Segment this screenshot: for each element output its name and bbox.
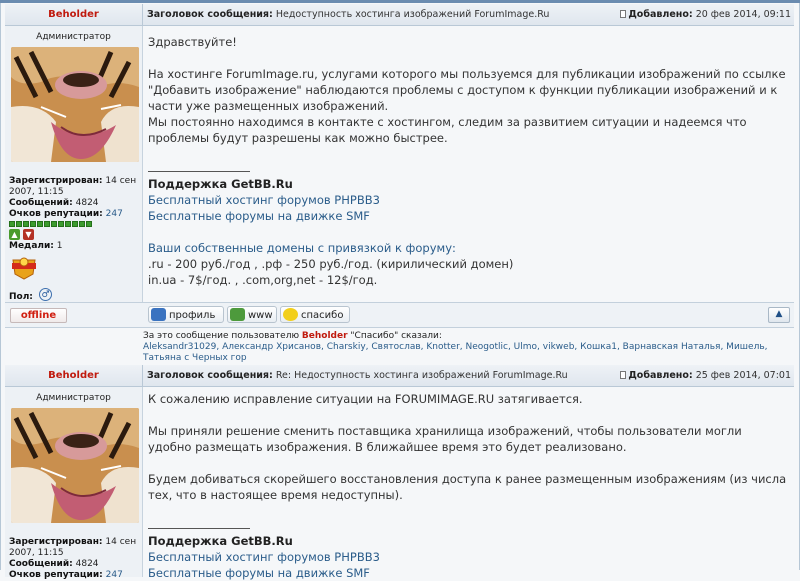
thanks-label: спасибо <box>301 310 344 321</box>
www-label: www <box>248 310 273 321</box>
scroll-top-button[interactable]: ▲ <box>768 307 790 323</box>
author-name[interactable]: Beholder <box>5 4 143 25</box>
profile-button[interactable]: профиль <box>148 306 224 323</box>
profile-icon <box>151 308 166 321</box>
subject-text: Недоступность хостинга изображений Forum… <box>275 9 550 20</box>
medals-info: Медали: 1 <box>9 241 63 252</box>
thanks-middle: "Спасибо" сказали: <box>350 331 442 341</box>
post-header: Beholder Заголовок сообщения: Re: Недост… <box>5 365 794 387</box>
medals-count: 1 <box>56 241 63 251</box>
post-date: Добавлено: 25 фев 2014, 07:01 <box>620 365 791 386</box>
medal-icon[interactable] <box>9 254 39 280</box>
rep-label: Очков репутации: <box>9 209 103 219</box>
messages-label: Сообщений: <box>9 198 73 208</box>
messages-count: 4824 <box>75 559 99 569</box>
author-rank: Администратор <box>36 393 111 403</box>
signature-link-domains[interactable]: Ваши собственные домены с привязкой к фо… <box>148 240 788 256</box>
thanks-button[interactable]: спасибо <box>280 306 350 323</box>
www-button[interactable]: www <box>227 306 277 323</box>
profile-label: профиль <box>169 310 216 321</box>
offline-status: offline <box>10 308 67 323</box>
rep-plus-icon[interactable]: ▲ <box>9 229 20 240</box>
signature-divider <box>148 171 250 172</box>
messages-label: Сообщений: <box>9 559 73 569</box>
avatar[interactable] <box>11 408 139 523</box>
subject-label: Заголовок сообщения: <box>147 370 273 381</box>
rep-count[interactable]: 247 <box>106 570 123 580</box>
messages-info: Сообщений: 4824 <box>9 198 99 209</box>
author-rank: Администратор <box>36 32 111 42</box>
post-footer: offline профиль www спасибо ▲ <box>5 302 794 328</box>
thanks-user[interactable]: Beholder <box>302 331 348 341</box>
body-line: К сожалению исправление ситуации на FORU… <box>148 392 583 406</box>
signature-price-line: .ru - 200 руб./год , .рф - 250 руб./год.… <box>148 257 514 271</box>
body-paragraph: Мы приняли решение сменить поставщика хр… <box>148 424 742 454</box>
signature-link-smf[interactable]: Бесплатные форумы на движке SMF <box>148 208 788 224</box>
messages-info: Сообщений: 4824 <box>9 559 99 570</box>
subject-text: Re: Недоступность хостинга изображений F… <box>275 370 568 381</box>
post-header: Beholder Заголовок сообщения: Недоступно… <box>5 4 794 26</box>
registered-info: Зарегистрирован: 14 сен 2007, 11:15 <box>9 537 142 559</box>
author-profile: Администратор Зарегистрирован: 14 сен 20… <box>5 26 143 302</box>
registered-info: Зарегистрирован: 14 сен 2007, 11:15 <box>9 176 142 198</box>
signature-link-smf[interactable]: Бесплатные форумы на движке SMF <box>148 565 788 581</box>
post-date: Добавлено: 20 фев 2014, 09:11 <box>620 4 791 25</box>
registered-label: Зарегистрирован: <box>9 537 103 547</box>
medals-label: Медали: <box>9 241 54 251</box>
rep-vote-icons: ▲ ▼ <box>9 229 34 240</box>
author-name[interactable]: Beholder <box>5 365 143 386</box>
gender-label: Пол: <box>9 292 33 302</box>
registered-label: Зарегистрирован: <box>9 176 103 186</box>
body-paragraph: Будем добиваться скорейшего восстановлен… <box>148 472 787 502</box>
reputation-info: Очков репутации: 247 <box>9 570 123 581</box>
thanks-list: За это сообщение пользователю Beholder "… <box>143 331 783 364</box>
body-paragraph: Мы постоянно находимся в контакте с хост… <box>148 115 747 145</box>
avatar[interactable] <box>11 47 139 162</box>
post-body: К сожалению исправление ситуации на FORU… <box>148 391 788 581</box>
rep-count[interactable]: 247 <box>106 209 123 219</box>
thanks-prefix: За это сообщение пользователю <box>143 331 300 341</box>
signature-title: Поддержка GetBB.Ru <box>148 177 293 191</box>
post-subject: Заголовок сообщения: Re: Недоступность х… <box>147 365 568 386</box>
post-subject: Заголовок сообщения: Недоступность хости… <box>147 4 549 25</box>
signature-divider <box>148 528 250 529</box>
body-paragraph: На хостинге ForumImage.ru, услугами кото… <box>148 67 786 113</box>
signature-link-phpbb[interactable]: Бесплатный хостинг форумов PHPBB3 <box>148 549 788 565</box>
subject-label: Заголовок сообщения: <box>147 9 273 20</box>
signature-title: Поддержка GetBB.Ru <box>148 534 293 548</box>
post-link-icon[interactable] <box>620 371 627 379</box>
post-1: Beholder Заголовок сообщения: Недоступно… <box>5 4 794 304</box>
messages-count: 4824 <box>75 198 99 208</box>
body-line: Здравствуйте! <box>148 35 237 49</box>
date-label: Добавлено: <box>628 370 693 381</box>
date-value: 20 фев 2014, 09:11 <box>695 9 791 20</box>
reputation-bar <box>9 221 92 227</box>
smiley-icon <box>283 308 298 321</box>
rep-label: Очков репутации: <box>9 570 103 580</box>
post-link-icon[interactable] <box>620 10 627 18</box>
male-icon: ♂ <box>39 288 52 301</box>
globe-icon <box>230 308 245 321</box>
thanks-names[interactable]: Aleksandr31029, Александр Хрисанов, Char… <box>143 342 768 363</box>
post-2: Beholder Заголовок сообщения: Re: Недост… <box>5 365 794 580</box>
author-profile: Администратор Зарегистрирован: 14 сен 20… <box>5 387 143 580</box>
signature-link-phpbb[interactable]: Бесплатный хостинг форумов PHPBB3 <box>148 192 788 208</box>
post-body: Здравствуйте! На хостинге ForumImage.ru,… <box>148 34 788 288</box>
rep-minus-icon[interactable]: ▼ <box>23 229 34 240</box>
date-label: Добавлено: <box>628 9 693 20</box>
date-value: 25 фев 2014, 07:01 <box>695 370 791 381</box>
reputation-info: Очков репутации: 247 <box>9 209 123 220</box>
signature-price-line: in.ua - 7$/год. , .com,org,net - 12$/год… <box>148 273 378 287</box>
